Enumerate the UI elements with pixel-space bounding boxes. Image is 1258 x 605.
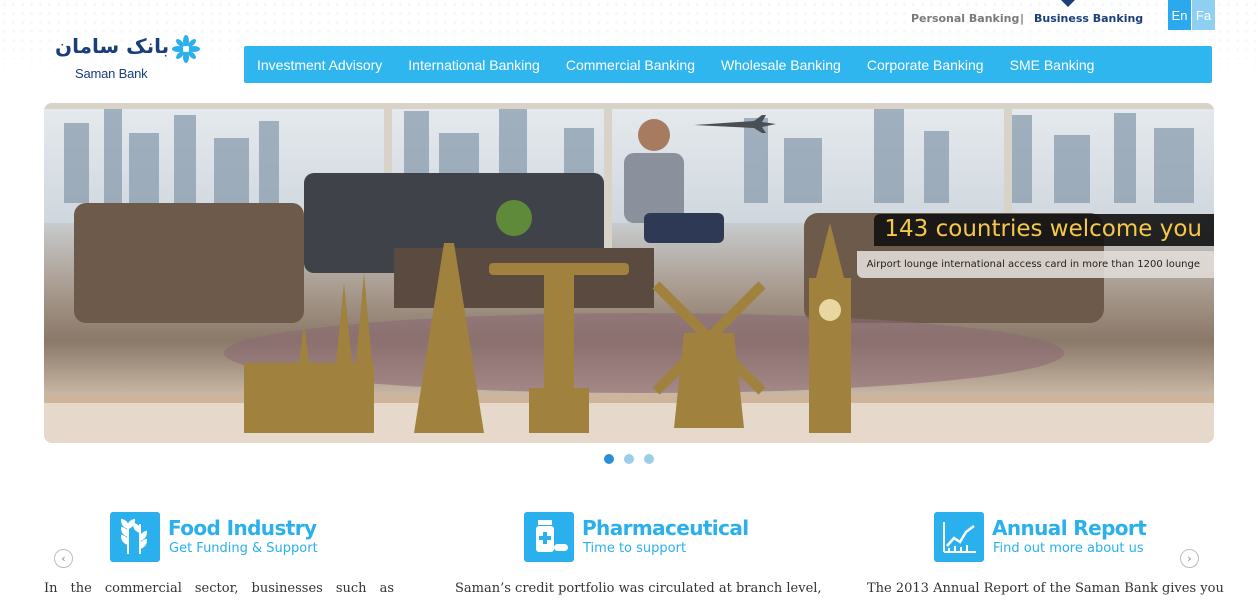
hero-subcaption: Airport lounge international access card… xyxy=(856,251,1214,278)
main-nav: Investment Advisory International Bankin… xyxy=(244,46,1212,83)
active-section-caret-icon xyxy=(1061,0,1075,7)
logo-persian-text: بانک سامان xyxy=(55,34,170,58)
saman-bank-logo[interactable]: بانک سامان Saman Bank xyxy=(55,34,205,84)
hero-banner[interactable]: 143 countries welcome you Airport lounge… xyxy=(44,103,1214,443)
medicine-icon xyxy=(524,512,574,562)
feature-title: Pharmaceutical xyxy=(582,516,749,540)
slider-dot-2[interactable] xyxy=(624,454,634,464)
feature-description: In the commercial sector, businesses suc… xyxy=(44,581,394,596)
feature-subtitle: Find out more about us xyxy=(993,541,1144,556)
nav-item-corporate-banking[interactable]: Corporate Banking xyxy=(867,57,984,73)
features-next-button[interactable]: › xyxy=(1180,549,1199,568)
feature-title: Food Industry xyxy=(168,516,317,540)
feature-description: Saman’s credit portfolio was circulated … xyxy=(455,581,822,596)
nav-item-investment-advisory[interactable]: Investment Advisory xyxy=(257,57,382,73)
slider-dot-1[interactable] xyxy=(604,454,614,464)
nav-item-international-banking[interactable]: International Banking xyxy=(408,57,540,73)
flower-icon xyxy=(172,35,200,63)
feature-subtitle: Get Funding & Support xyxy=(169,541,318,556)
features-prev-button[interactable]: ‹ xyxy=(54,549,73,568)
nav-item-wholesale-banking[interactable]: Wholesale Banking xyxy=(721,57,841,73)
nav-item-commercial-banking[interactable]: Commercial Banking xyxy=(566,57,695,73)
feature-subtitle: Time to support xyxy=(583,541,687,556)
wheat-icon xyxy=(110,512,160,562)
feature-title: Annual Report xyxy=(992,516,1147,540)
language-en-button[interactable]: En xyxy=(1168,0,1191,30)
nav-item-sme-banking[interactable]: SME Banking xyxy=(1010,57,1095,73)
chart-icon xyxy=(934,512,984,562)
hero-caption: 143 countries welcome you xyxy=(874,214,1214,246)
top-links-separator: | xyxy=(1020,12,1025,25)
page: بانک سامان Saman Bank Personal Banking |… xyxy=(0,0,1258,605)
slider-dot-3[interactable] xyxy=(644,454,654,464)
business-banking-link[interactable]: Business Banking xyxy=(1034,12,1143,25)
language-fa-button[interactable]: Fa xyxy=(1192,0,1215,30)
logo-english-text: Saman Bank xyxy=(75,66,148,81)
feature-description: The 2013 Annual Report of the Saman Bank… xyxy=(867,581,1224,596)
personal-banking-link[interactable]: Personal Banking xyxy=(911,12,1019,25)
